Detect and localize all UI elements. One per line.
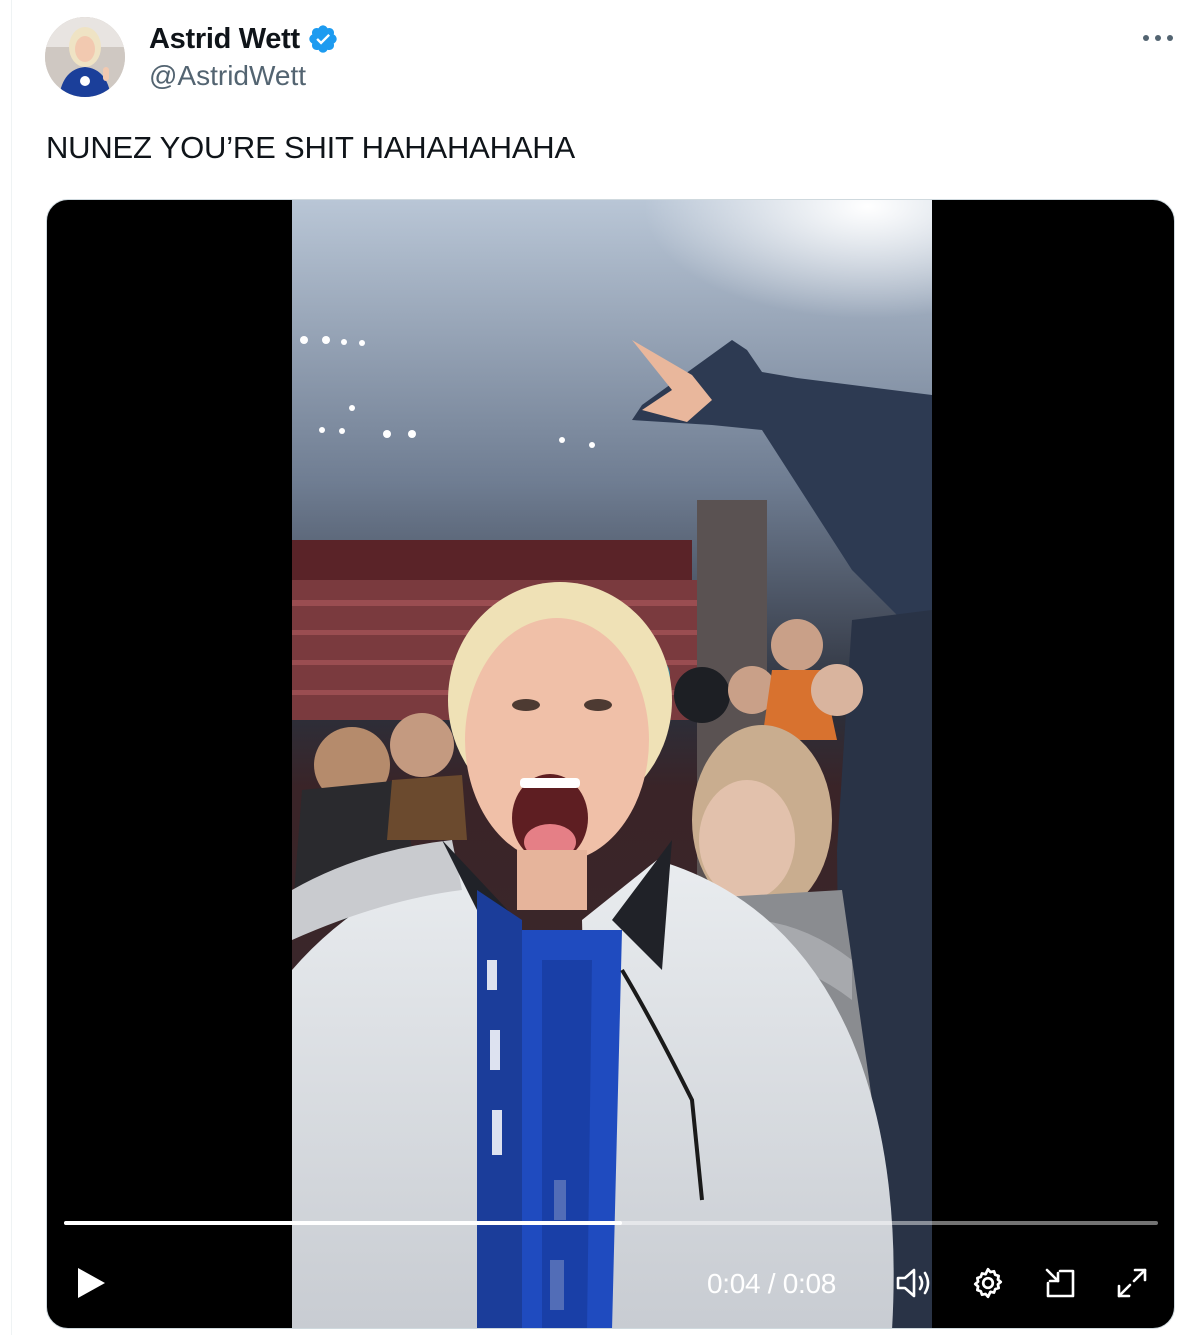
picture-in-picture-button[interactable] — [1037, 1260, 1083, 1310]
play-button[interactable] — [69, 1260, 113, 1310]
author-handle[interactable]: @AstridWett — [149, 60, 306, 92]
progress-bar[interactable] — [64, 1221, 1158, 1225]
volume-icon — [894, 1265, 934, 1306]
play-icon — [75, 1266, 107, 1305]
gear-icon — [970, 1265, 1006, 1306]
more-dots-icon[interactable] — [1138, 25, 1178, 51]
picture-in-picture-icon — [1042, 1265, 1078, 1306]
author-display-name[interactable]: Astrid Wett — [149, 23, 300, 56]
time-display: 0:04 / 0:08 — [707, 1268, 837, 1299]
video-controls: 0:04 / 0:08 — [47, 1260, 1174, 1310]
fullscreen-icon — [1114, 1265, 1150, 1306]
fullscreen-button[interactable] — [1109, 1260, 1155, 1310]
progress-fill — [64, 1221, 622, 1225]
tweet-text: NUNEZ YOU’RE SHIT HAHAHAHAHA — [46, 130, 575, 165]
settings-button[interactable] — [965, 1260, 1011, 1310]
video-frame[interactable] — [292, 200, 932, 1328]
verified-badge-icon[interactable] — [307, 23, 339, 55]
author-name-row[interactable]: Astrid Wett — [149, 20, 339, 58]
volume-button[interactable] — [891, 1260, 937, 1310]
video-player[interactable]: 0:04 / 0:08 — [46, 199, 1175, 1329]
timeline-divider — [11, 0, 12, 1335]
avatar[interactable] — [45, 17, 125, 97]
